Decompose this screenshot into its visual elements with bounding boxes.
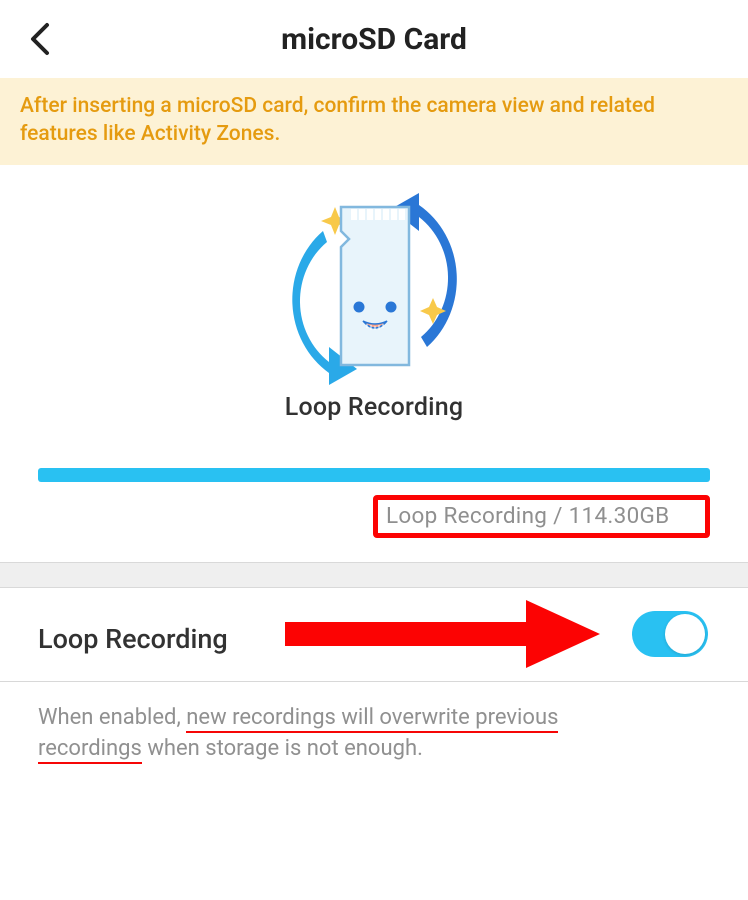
storage-section: Loop Recording / 114.30GB bbox=[0, 422, 748, 538]
loop-recording-row: Loop Recording bbox=[0, 588, 748, 682]
toggle-knob bbox=[665, 614, 705, 654]
section-divider bbox=[0, 562, 748, 588]
illustration-caption: Loop Recording bbox=[285, 393, 463, 422]
header-bar: microSD Card bbox=[0, 0, 748, 78]
desc-underlined-2: recordings bbox=[38, 736, 142, 764]
loop-recording-toggle[interactable] bbox=[632, 611, 708, 657]
annotation-arrow bbox=[280, 594, 600, 674]
desc-underlined-1: new recordings will overwrite previous bbox=[186, 705, 558, 733]
sd-card-illustration bbox=[279, 187, 469, 387]
storage-progress-bar bbox=[38, 468, 710, 482]
chevron-left-icon bbox=[29, 22, 51, 56]
illustration: Loop Recording bbox=[0, 165, 748, 422]
page-title: microSD Card bbox=[0, 22, 748, 57]
back-button[interactable] bbox=[20, 19, 60, 59]
desc-text-suffix: when storage is not enough. bbox=[142, 736, 423, 761]
info-banner: After inserting a microSD card, confirm … bbox=[0, 78, 748, 165]
storage-usage-label: Loop Recording / 114.30GB bbox=[373, 495, 710, 538]
loop-recording-label: Loop Recording bbox=[38, 623, 228, 655]
desc-text-prefix: When enabled, bbox=[38, 705, 186, 730]
loop-recording-description: When enabled, new recordings will overwr… bbox=[0, 682, 748, 764]
